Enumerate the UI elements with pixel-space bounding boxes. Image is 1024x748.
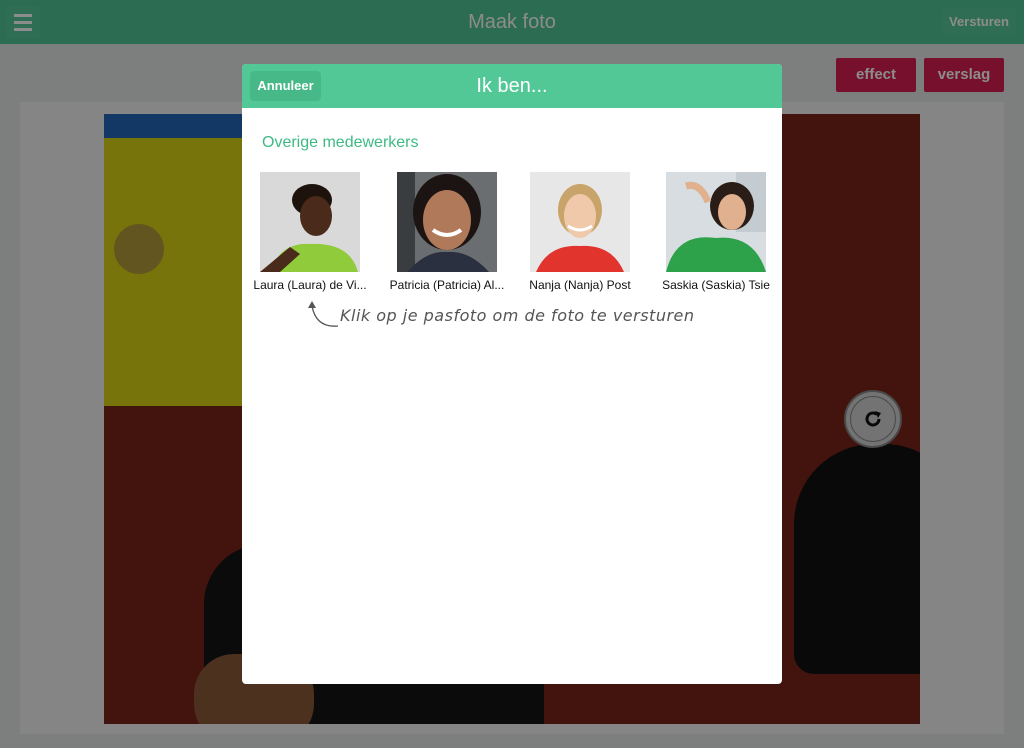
avatar[interactable] [530,172,630,272]
staff-name: Laura (Laura) de Vi... [253,278,367,292]
section-title: Overige medewerkers [262,134,419,151]
curved-arrow-icon [308,301,339,327]
staff-name: Nanja (Nanja) Post [529,278,631,292]
avatar[interactable] [666,172,766,272]
select-user-modal: Ik ben... Annuleer Overige medewerkers L… [242,64,782,684]
staff-card[interactable]: Patricia (Patricia) Al... [379,172,515,312]
cancel-button[interactable]: Annuleer [250,71,321,101]
modal-header: Ik ben... Annuleer [242,64,782,108]
avatar[interactable] [260,172,360,272]
hint-text: Klik op je pasfoto om de foto te verstur… [340,306,695,325]
staff-card[interactable]: Nanja (Nanja) Post [512,172,648,312]
staff-card[interactable]: Saskia (Saskia) Tsie [648,172,782,312]
staff-name: Saskia (Saskia) Tsie [662,278,770,292]
staff-card[interactable]: Laura (Laura) de Vi... [242,172,378,312]
modal-title: Ik ben... [476,75,548,97]
staff-name: Patricia (Patricia) Al... [389,278,505,292]
avatar[interactable] [397,172,497,272]
